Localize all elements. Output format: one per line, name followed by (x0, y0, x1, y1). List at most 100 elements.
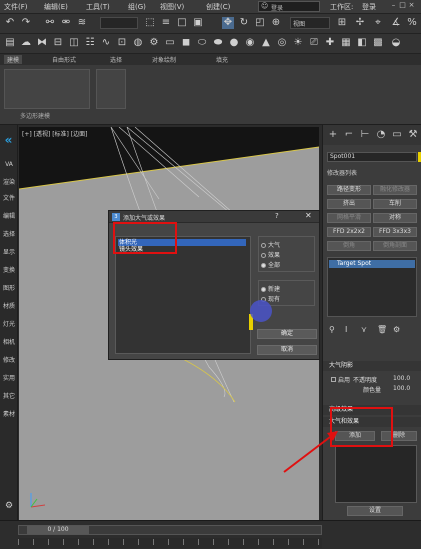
leftbar-item-file[interactable]: 文件 (1, 193, 17, 202)
scale-icon[interactable]: ◰ (254, 17, 266, 29)
schematic-icon[interactable]: ⊡ (116, 37, 128, 49)
select-by-name-icon[interactable]: ≡ (160, 17, 172, 29)
object-name-field[interactable]: Spot001 (327, 152, 417, 162)
modifier-button[interactable]: 倒角 (327, 241, 371, 251)
time-slider[interactable]: 0 / 100 (18, 525, 322, 535)
effects-list[interactable] (335, 445, 417, 503)
utilities-tab-icon[interactable]: ⚒ (407, 129, 419, 141)
scene-explorer-icon[interactable]: ☷ (84, 37, 96, 49)
modify-tab-icon[interactable]: ⌐ (343, 129, 355, 141)
geosphere-icon[interactable]: ◎ (276, 37, 288, 49)
plane-icon[interactable]: ▭ (164, 37, 176, 49)
link-icon[interactable]: ⚯ (44, 17, 56, 29)
modifier-list-dropdown[interactable]: 修改器列表 (327, 168, 419, 178)
settings-gear-icon[interactable]: ⚙ (1, 501, 17, 511)
modifier-button[interactable]: 挤出 (327, 199, 371, 209)
material-editor-icon[interactable]: ◍ (132, 37, 144, 49)
login-label[interactable]: 登录 (362, 2, 376, 12)
modifier-stack[interactable]: Target Spot (327, 257, 417, 317)
ok-button[interactable]: 确定 (257, 329, 317, 339)
leftbar-item-shape[interactable]: 图形 (1, 283, 17, 292)
move-icon[interactable]: ✥ (222, 17, 234, 29)
unlink-icon[interactable]: ⚮ (60, 17, 72, 29)
search-input[interactable]: ☺ 登录 (258, 1, 320, 12)
leftbar-item-camera[interactable]: 相机 (1, 337, 17, 346)
tab-modeling[interactable]: 建模 (4, 55, 23, 64)
close-icon[interactable]: × (407, 1, 416, 11)
leftbar-item-other[interactable]: 其它 (1, 391, 17, 400)
leftbar-item-render[interactable]: 渲染 (1, 177, 17, 186)
pin-stack-icon[interactable]: ⚲ (329, 325, 335, 334)
teapot-icon[interactable]: ◒ (390, 37, 402, 49)
show-end-result-icon[interactable]: Ⅰ (345, 325, 347, 334)
display-tab-icon[interactable]: ▭ (391, 129, 403, 141)
render-icon[interactable]: ◧ (356, 37, 368, 49)
leftbar-item-select[interactable]: 选择 (1, 229, 17, 238)
modifier-button[interactable]: 倒角剖面 (373, 241, 417, 251)
curve-editor-icon[interactable]: ∿ (100, 37, 112, 49)
menu-edit[interactable]: 编辑(E) (44, 2, 68, 12)
menu-group[interactable]: 组(G) (128, 2, 146, 12)
disc-icon[interactable]: ◉ (244, 37, 256, 49)
expand-arrow-icon[interactable]: « (1, 133, 16, 148)
help-icon[interactable]: ? (275, 212, 279, 220)
stack-item-target-spot[interactable]: Target Spot (329, 260, 415, 268)
menu-create[interactable]: 创建(C) (206, 2, 230, 12)
undo-icon[interactable]: ↶ (4, 17, 16, 29)
rect-region-icon[interactable]: □ (176, 17, 188, 29)
type-radio-new[interactable]: 新建 (261, 284, 280, 293)
rotate-icon[interactable]: ↻ (238, 17, 250, 29)
menu-view[interactable]: 视图(V) (160, 2, 184, 12)
leftbar-item-material[interactable]: 材质 (1, 301, 17, 310)
modifier-button[interactable]: 对称 (373, 213, 417, 223)
configure-sets-icon[interactable]: ⚙ (393, 325, 400, 334)
maximize-icon[interactable]: □ (398, 1, 407, 11)
percent-snap-icon[interactable]: % (406, 17, 418, 29)
time-slider-knob[interactable]: 0 / 100 (27, 526, 89, 534)
color-amount-value[interactable]: 100.0 (393, 385, 410, 392)
named-selection-icon[interactable]: ▤ (4, 37, 16, 49)
helper-icon[interactable]: ✚ (324, 37, 336, 49)
select-manipulate-icon[interactable]: ✢ (354, 17, 366, 29)
viewport-label[interactable]: [+] [透视] [标准] [边面] (22, 129, 87, 138)
leftbar-item-light[interactable]: 灯光 (1, 319, 17, 328)
menu-tools[interactable]: 工具(T) (86, 2, 110, 12)
select-object-icon[interactable]: ⬚ (144, 17, 156, 29)
window-crossing-icon[interactable]: ▣ (192, 17, 204, 29)
filter-radio-all[interactable]: 全部 (261, 260, 280, 269)
render-setup-icon[interactable]: ⚙ (148, 37, 160, 49)
modifier-button[interactable]: FFD 2x2x2 (327, 227, 371, 237)
pivot-icon[interactable]: ⊞ (336, 17, 348, 29)
bind-spacewarp-icon[interactable]: ≋ (76, 17, 88, 29)
close-icon[interactable]: ✕ (305, 211, 312, 220)
leftbar-item-va[interactable]: VA (1, 161, 17, 168)
selection-filter-dropdown[interactable] (100, 17, 138, 29)
minimize-icon[interactable]: – (389, 1, 398, 11)
remove-modifier-icon[interactable]: 🗑 (377, 325, 387, 334)
filter-radio-effect[interactable]: 效果 (261, 250, 280, 259)
render-production-icon[interactable]: ▩ (372, 37, 384, 49)
modifier-button[interactable]: FFD 3x3x3 (373, 227, 417, 237)
opacity-value[interactable]: 100.0 (393, 375, 410, 382)
motion-tab-icon[interactable]: ◔ (375, 129, 387, 141)
snap-toggle-icon[interactable]: ⌖ (372, 17, 384, 29)
camera-icon[interactable]: ⎚ (308, 37, 320, 49)
leftbar-item-modify[interactable]: 修改 (1, 355, 17, 364)
leftbar-item-display[interactable]: 显示 (1, 247, 17, 256)
leftbar-item-transform[interactable]: 变换 (1, 265, 17, 274)
settings-button[interactable]: 设置 (347, 506, 403, 516)
modifier-button[interactable]: 路径变形 (327, 185, 371, 195)
render-frame-icon[interactable]: ▦ (340, 37, 352, 49)
tab-object-paint[interactable]: 对象绘制 (152, 55, 176, 64)
tab-selection[interactable]: 选择 (110, 55, 122, 64)
cancel-button[interactable]: 取消 (257, 345, 317, 355)
cone-icon[interactable]: ▲ (260, 37, 272, 49)
light-icon[interactable]: ☀ (292, 37, 304, 49)
enable-checkbox[interactable]: 启用 (331, 375, 350, 384)
menu-file[interactable]: 文件(F) (4, 2, 28, 12)
mirror-icon[interactable]: ⧓ (36, 37, 48, 49)
modifier-button[interactable]: 网格平滑 (327, 213, 371, 223)
tab-populate[interactable]: 填充 (216, 55, 228, 64)
leftbar-item-utility[interactable]: 实用 (1, 373, 17, 382)
layer-icon[interactable]: ◫ (68, 37, 80, 49)
